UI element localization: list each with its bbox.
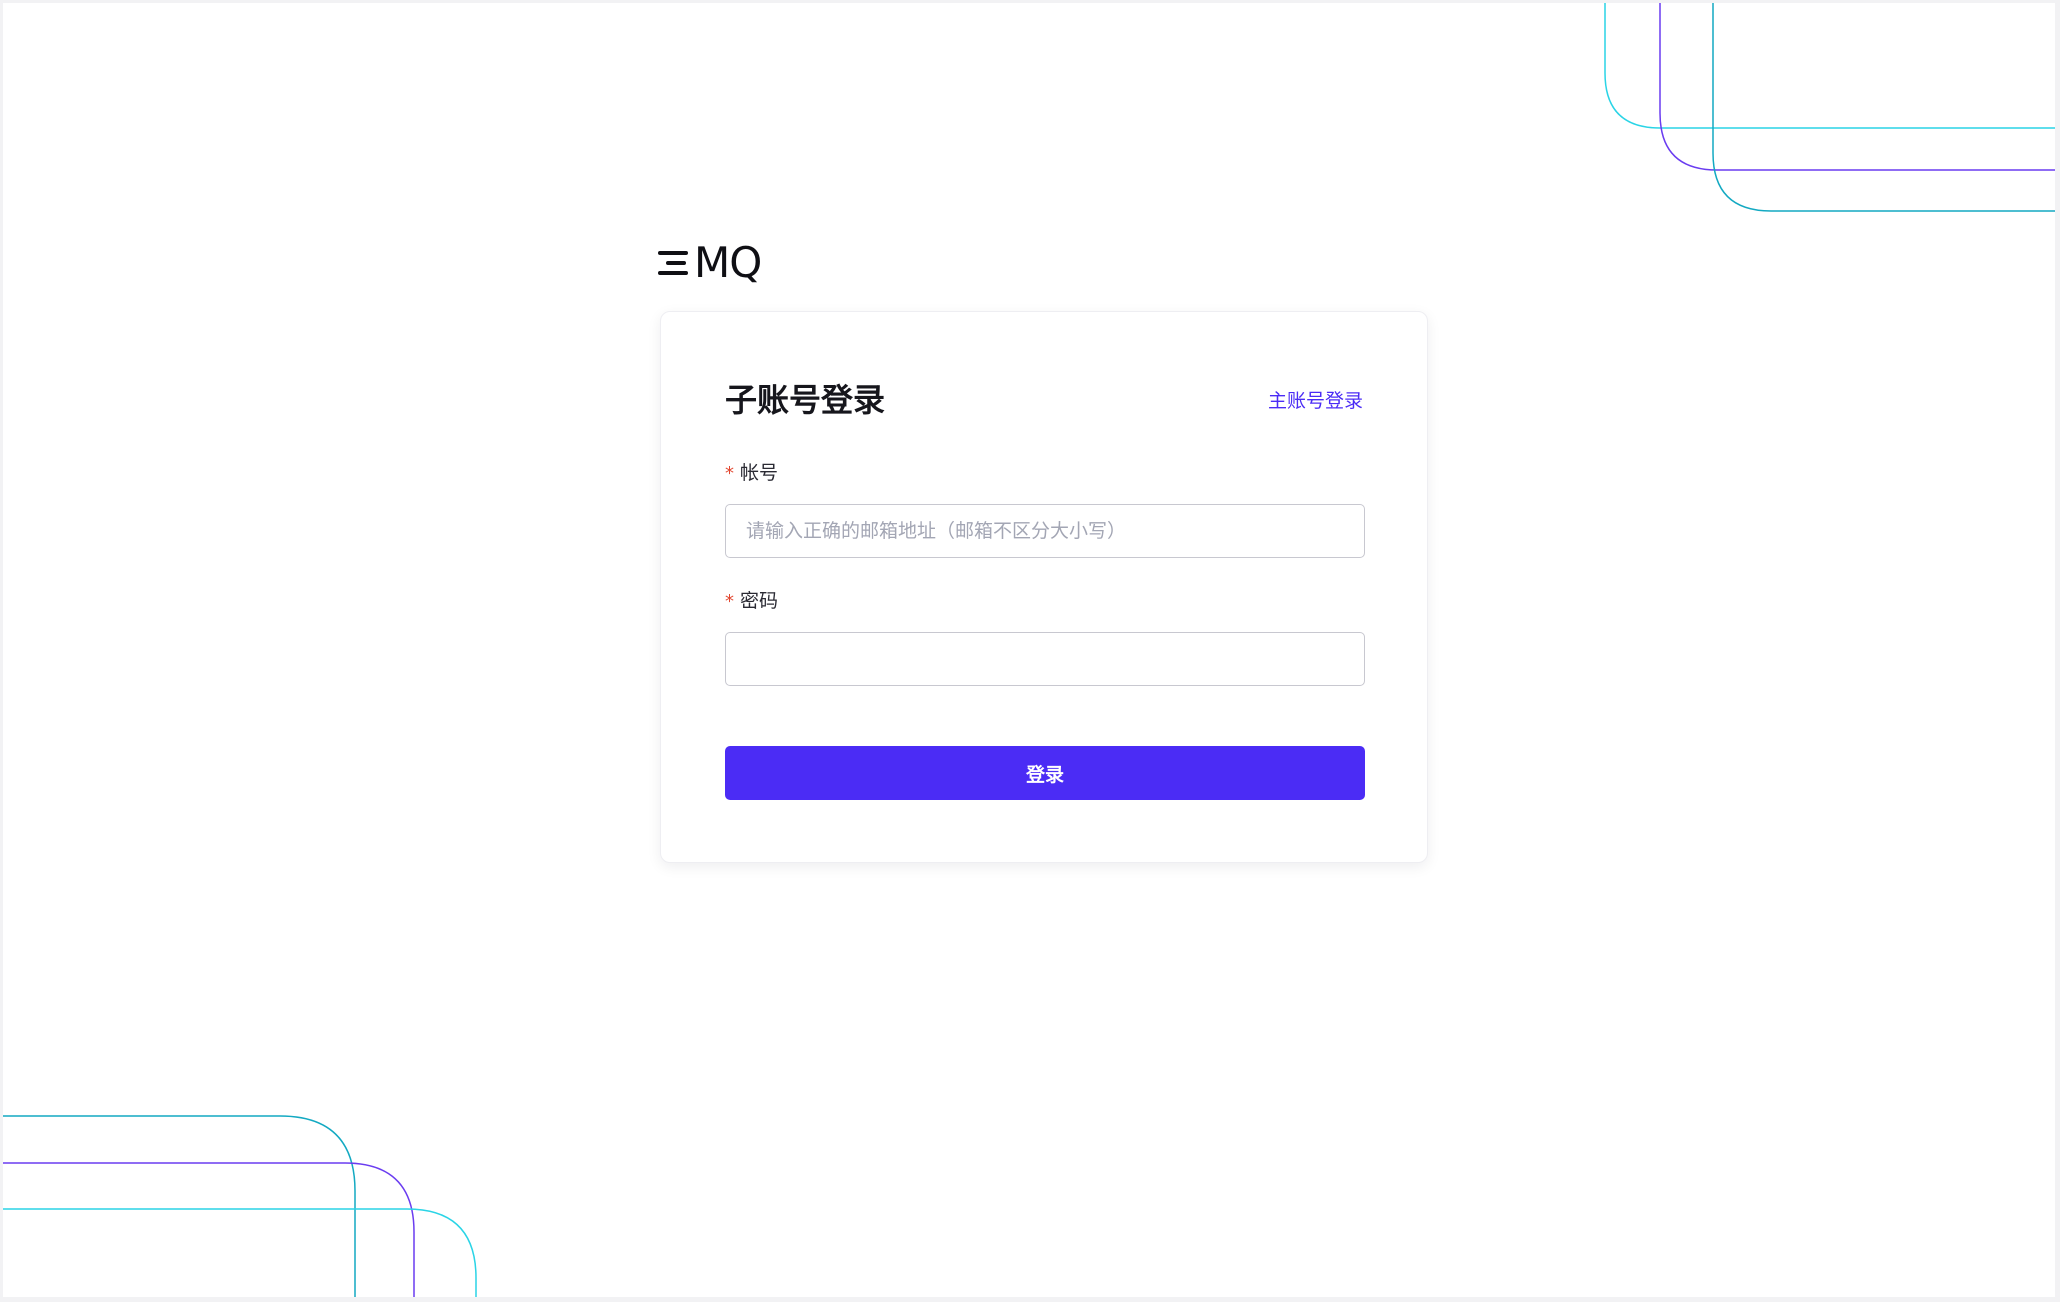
deco-line-top-right-1 [1604,3,2055,129]
deco-line-top-right-3 [1712,3,2055,212]
account-label: * 帐号 [725,460,778,487]
required-mark: * [725,591,734,612]
deco-line-bottom-left-1 [3,1115,356,1297]
required-mark: * [725,463,734,484]
account-input[interactable] [725,504,1365,558]
login-button[interactable]: 登录 [725,746,1365,800]
main-account-login-link[interactable]: 主账号登录 [1268,388,1363,414]
password-input[interactable] [725,632,1365,686]
deco-line-top-right-2 [1659,3,2055,171]
password-label-text: 密码 [740,590,779,612]
login-card: 子账号登录 主账号登录 * 帐号 * 密码 登录 [660,311,1428,863]
deco-line-bottom-left-3 [3,1208,477,1297]
page-title: 子账号登录 [725,381,886,419]
emq-logo: MQ [658,239,766,287]
logo-mark-icon [658,248,692,276]
login-page: MQ 子账号登录 主账号登录 * 帐号 * 密码 登录 [3,3,2055,1297]
account-label-text: 帐号 [740,462,779,484]
password-label: * 密码 [725,588,778,615]
deco-line-bottom-left-2 [3,1162,415,1297]
logo-text: MQ [694,238,762,287]
